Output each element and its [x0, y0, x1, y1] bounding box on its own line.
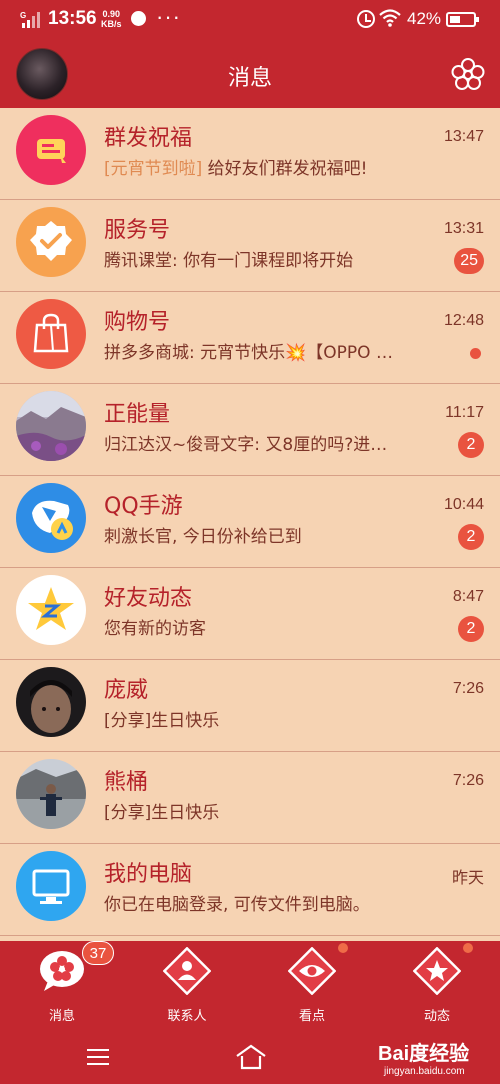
wifi-icon: [379, 9, 401, 27]
system-nav-bar: Bai度经验 jingyan.baidu.com: [0, 1031, 500, 1084]
tab-label: 看点: [298, 1009, 325, 1024]
conversation-time: 8:47: [452, 588, 484, 605]
tab-messages[interactable]: 37 消息: [12, 941, 114, 1031]
tab-feeds[interactable]: 动态: [387, 941, 487, 1031]
contact-avatar: [16, 759, 86, 829]
battery-percent: 42%: [407, 9, 442, 28]
battery-icon: [446, 12, 479, 27]
tab-label: 联系人: [167, 1009, 207, 1024]
feeds-new-dot: [463, 943, 473, 953]
home-icon[interactable]: [234, 1043, 268, 1071]
star-icon: [413, 947, 461, 995]
bottom-tab-bar: 37 消息 联系人 看点 动态: [0, 941, 500, 1031]
more-notifications-icon: ···: [156, 4, 181, 29]
unread-dot: [470, 348, 481, 359]
conversation-name: 好友动态: [104, 586, 193, 611]
conversation-name: 庞威: [104, 678, 149, 703]
message-flower-icon: [40, 951, 84, 991]
conversation-name: 我的电脑: [104, 862, 193, 887]
conversation-name: 购物号: [104, 310, 171, 335]
conversation-preview: [元宵节到啦] 给好友们群发祝福吧!: [104, 159, 368, 179]
conversation-preview: 你已在电脑登录, 可传文件到电脑。: [104, 895, 370, 915]
page-title: 消息: [227, 66, 272, 91]
conversation-row[interactable]: QQ手游 刺激长官, 今日份补给已到 10:44 2: [0, 476, 500, 568]
conversation-row[interactable]: 我的电脑 你已在电脑登录, 可传文件到电脑。 昨天: [0, 844, 500, 936]
menu-icon[interactable]: [87, 1047, 109, 1067]
clock: 13:56: [48, 8, 97, 29]
conversation-row[interactable]: 正能量 归江达汉~俊哥文字: 又8厘的吗?进… 11:17 2: [0, 384, 500, 476]
conversation-row[interactable]: 好友动态 您有新的访客 8:47 2: [0, 568, 500, 660]
computer-monitor-icon: [16, 851, 86, 921]
conversation-row[interactable]: 熊桶 [分享]生日快乐 7:26: [0, 752, 500, 844]
conversation-time: 12:48: [443, 312, 484, 329]
unread-badge: 2: [458, 616, 484, 642]
svg-text:G: G: [20, 11, 26, 20]
conversation-time: 13:47: [443, 128, 484, 145]
flower-icon[interactable]: [449, 56, 487, 94]
conversation-time: 7:26: [452, 772, 484, 789]
verified-badge-icon: [16, 207, 86, 277]
tab-label: 动态: [423, 1009, 450, 1024]
qzone-star-icon: [16, 575, 86, 645]
greeting-card-icon: [16, 115, 86, 185]
baidu-watermark: Bai度经验: [378, 1043, 470, 1065]
conversation-row[interactable]: 购物号 拼多多商城: 元宵节快乐💥【OPPO … 12:48: [0, 292, 500, 384]
conversation-time: 昨天: [451, 870, 484, 887]
eye-icon: [288, 947, 336, 995]
alarm-icon: [357, 10, 375, 28]
conversation-row[interactable]: 庞威 [分享]生日快乐 7:26: [0, 660, 500, 752]
conversation-preview: [分享]生日快乐: [104, 711, 220, 731]
baidu-watermark-url: jingyan.baidu.com: [384, 1066, 465, 1077]
messages-unread-badge: 37: [82, 941, 114, 965]
conversation-preview: 拼多多商城: 元宵节快乐💥【OPPO …: [104, 343, 393, 363]
conversation-time: 10:44: [443, 496, 484, 513]
contact-avatar: [16, 667, 86, 737]
unread-badge: 2: [458, 524, 484, 550]
group-avatar: [16, 391, 86, 461]
conversation-preview: [分享]生日快乐: [104, 803, 220, 823]
app-header: 消息: [0, 38, 500, 108]
conversation-preview: 腾讯课堂: 你有一门课程即将开始: [104, 251, 354, 271]
kandian-new-dot: [338, 943, 348, 953]
network-speed: 0.90 KB/s: [101, 9, 122, 29]
conversation-row[interactable]: 群发祝福 [元宵节到啦] 给好友们群发祝福吧! 13:47: [0, 108, 500, 200]
conversation-list[interactable]: 群发祝福 [元宵节到啦] 给好友们群发祝福吧! 13:47 服务号 腾讯课堂: …: [0, 108, 500, 941]
app-notification-icon: [131, 11, 146, 26]
conversation-name: QQ手游: [104, 494, 183, 519]
conversation-time: 13:31: [443, 220, 484, 237]
shopping-bag-icon: [16, 299, 86, 369]
conversation-preview: 归江达汉~俊哥文字: 又8厘的吗?进…: [104, 435, 388, 455]
tab-kandian[interactable]: 看点: [262, 941, 362, 1031]
status-bar: G 13:56 0.90 KB/s ··· 42%: [0, 0, 500, 38]
conversation-name: 群发祝福: [104, 126, 193, 151]
tab-contacts[interactable]: 联系人: [137, 941, 237, 1031]
contact-person-icon: [163, 947, 211, 995]
holiday-tag: [元宵节到啦]: [104, 159, 203, 179]
game-controller-icon: [16, 483, 86, 553]
tab-label: 消息: [48, 1009, 75, 1024]
conversation-name: 正能量: [104, 402, 171, 427]
conversation-name: 熊桶: [104, 770, 149, 795]
unread-badge: 25: [454, 248, 484, 274]
conversation-row[interactable]: 服务号 腾讯课堂: 你有一门课程即将开始 13:31 25: [0, 200, 500, 292]
conversation-time: 11:17: [445, 404, 484, 421]
conversation-name: 服务号: [104, 218, 171, 243]
conversation-preview: 刺激长官, 今日份补给已到: [104, 527, 302, 547]
unread-badge: 2: [458, 432, 484, 458]
conversation-preview: 您有新的访客: [104, 619, 206, 639]
signal-icon: G: [20, 11, 40, 28]
conversation-time: 7:26: [452, 680, 484, 697]
